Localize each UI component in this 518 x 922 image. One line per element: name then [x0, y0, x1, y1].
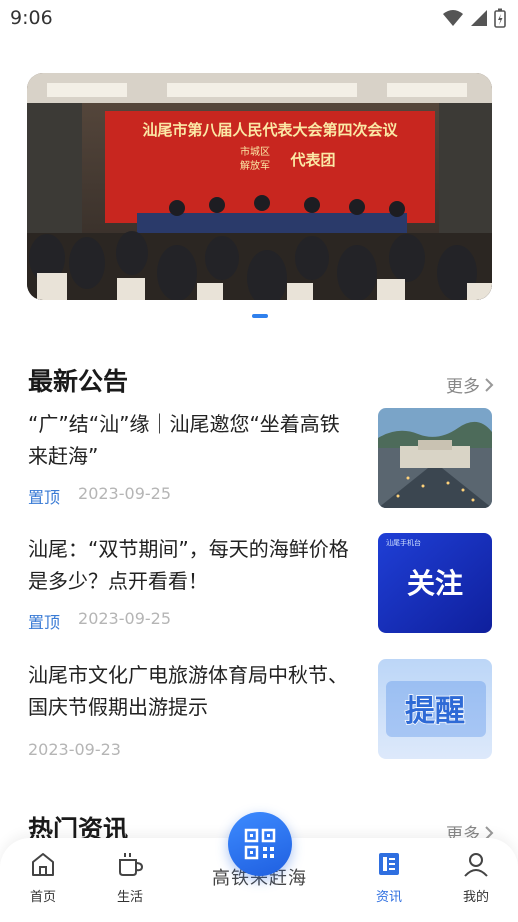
news-date: 2023-09-25 [78, 484, 171, 503]
signal-icon [471, 10, 487, 26]
news-thumbnail [378, 408, 492, 508]
nav-item-life[interactable]: 生活 [95, 850, 165, 905]
news-date: 2023-09-23 [28, 740, 121, 759]
news-date: 2023-09-25 [78, 609, 171, 628]
news-title: 汕尾市文化广电旅游体育局中秋节、国庆节假期出游提示 [28, 663, 348, 719]
banner-headline: 汕尾市第八届人民代表大会第四次会议 [142, 121, 398, 139]
nav-item-home[interactable]: 首页 [8, 850, 78, 905]
more-label: 更多 [446, 377, 480, 397]
news-title: 汕尾：“双节期间”，每天的海鲜价格是多少？点开看看！ [28, 537, 349, 593]
nav-item-news[interactable]: 资讯 [354, 850, 424, 905]
banner-carousel[interactable]: 汕尾市第八届人民代表大会第四次会议 市城区 解放军 代表团 [27, 73, 492, 300]
thumb-small-text: 汕尾手机台 [386, 538, 421, 547]
user-icon [464, 853, 488, 877]
wifi-icon [443, 10, 463, 26]
banner-sub-left-1: 市城区 [240, 145, 270, 158]
announcements-title: 最新公告 [28, 367, 129, 396]
carousel-indicator[interactable] [252, 314, 268, 318]
cup-icon [119, 853, 144, 876]
news-thumbnail: 提醒 [378, 659, 492, 759]
banner-sub-right: 代表团 [289, 151, 335, 169]
news-thumbnail: 汕尾手机台 关注 [378, 533, 492, 633]
thumb-text: 提醒 [405, 694, 465, 729]
banner-sub-left-2: 解放军 [240, 159, 270, 172]
nav-label: 首页 [29, 890, 56, 905]
battery-icon [494, 8, 506, 28]
chevron-right-icon [485, 377, 494, 392]
status-bar: 9:06 [0, 0, 518, 36]
thumb-text: 关注 [407, 567, 463, 600]
news-meta: 2023-09-23 [28, 740, 121, 759]
status-time: 9:06 [10, 7, 53, 29]
nav-label: 生活 [116, 890, 143, 905]
qr-code-icon [244, 828, 276, 860]
news-title: “广”结“汕”缘｜汕尾邀您“坐着高铁来赶海” [28, 412, 340, 468]
status-icons [442, 8, 506, 28]
news-item[interactable]: “广”结“汕”缘｜汕尾邀您“坐着高铁来赶海” 置顶 2023-09-25 [28, 408, 492, 510]
announcements-more-link[interactable]: 更多 [446, 372, 494, 397]
news-item[interactable]: 汕尾：“双节期间”，每天的海鲜价格是多少？点开看看！ 置顶 2023-09-25… [28, 533, 492, 635]
news-meta: 置顶 2023-09-25 [28, 484, 171, 508]
nav-label: 资讯 [375, 890, 402, 905]
banner-image: 汕尾市第八届人民代表大会第四次会议 市城区 解放军 代表团 [27, 73, 492, 300]
nav-item-mine[interactable]: 我的 [441, 850, 511, 905]
home-icon [32, 853, 54, 876]
pinned-badge: 置顶 [28, 613, 61, 632]
news-meta: 置顶 2023-09-25 [28, 609, 171, 633]
pinned-badge: 置顶 [28, 488, 61, 507]
scan-button[interactable] [228, 812, 292, 876]
news-item[interactable]: 汕尾市文化广电旅游体育局中秋节、国庆节假期出游提示 2023-09-23 提醒 [28, 659, 492, 761]
news-icon [379, 853, 399, 875]
nav-label: 我的 [462, 890, 489, 905]
